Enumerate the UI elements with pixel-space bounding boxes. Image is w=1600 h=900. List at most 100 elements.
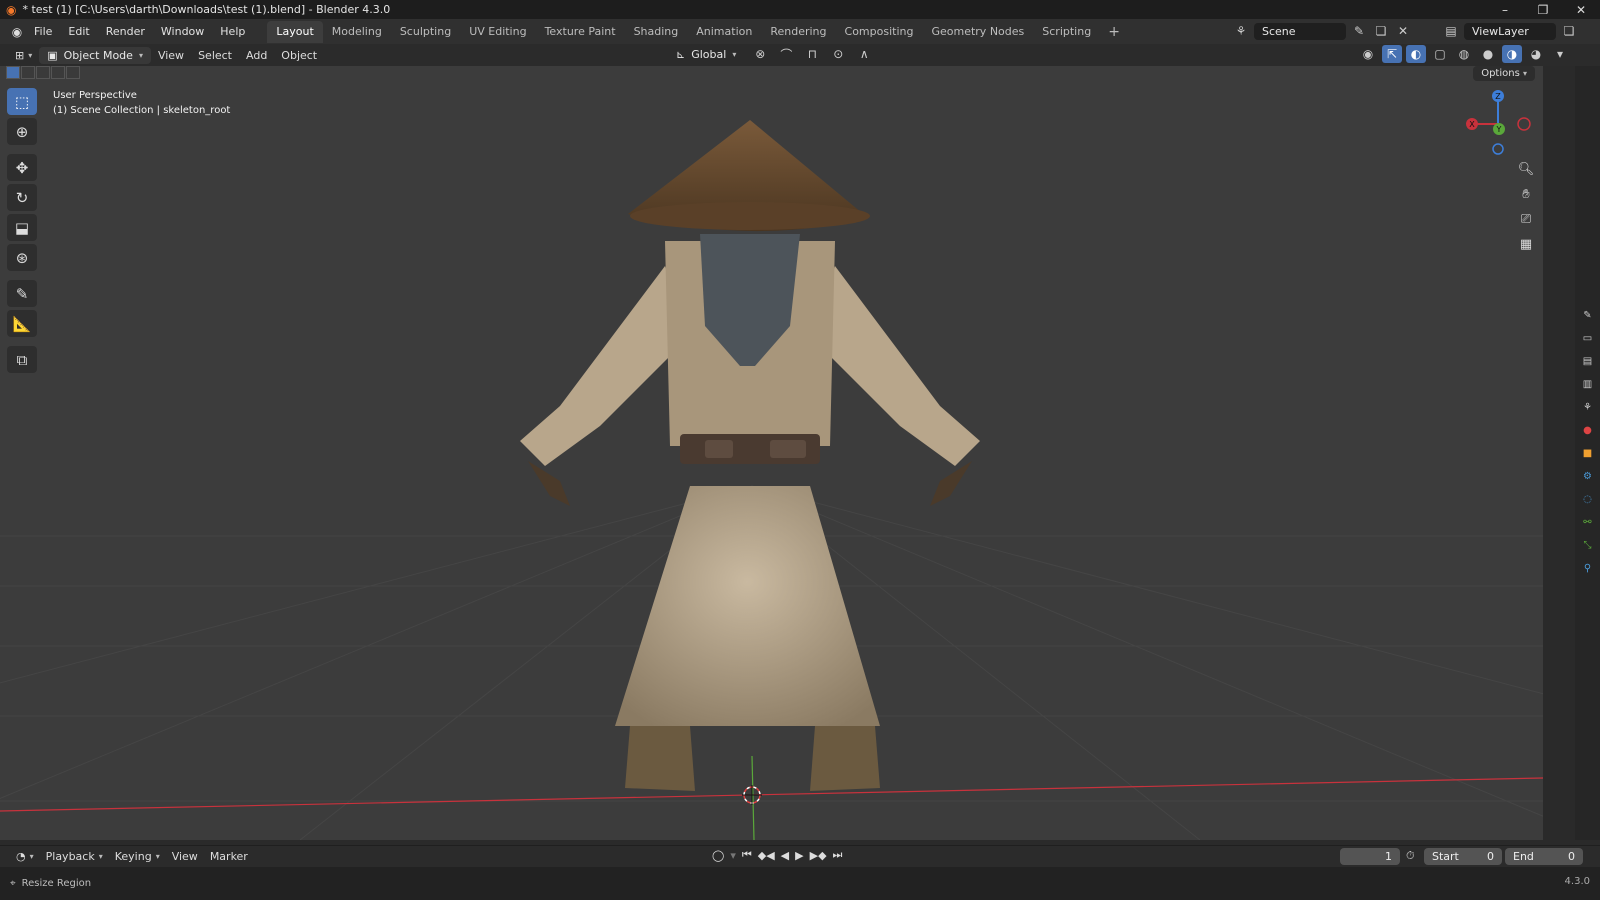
proportional-edit-icon[interactable]: ⊙ (828, 45, 848, 63)
delete-scene-icon[interactable]: ✕ (1394, 22, 1412, 40)
menu-render[interactable]: Render (98, 22, 153, 41)
cursor-tool-icon[interactable]: ⊕ (7, 118, 37, 145)
select-box-tool-icon[interactable]: ⬚ (7, 88, 37, 115)
menu-help[interactable]: Help (212, 22, 253, 41)
snap-target-icon[interactable]: ⊓ (802, 45, 822, 63)
3d-viewport[interactable]: User Perspective (1) Scene Collection | … (0, 66, 1543, 840)
editor-type-icon[interactable]: ⊞ ▾ (8, 47, 39, 64)
rotate-tool-icon[interactable]: ↻ (7, 184, 37, 211)
3d-cursor[interactable] (742, 785, 762, 805)
rendered-shading-icon[interactable]: ◕ (1526, 45, 1546, 63)
current-frame-field[interactable]: 1 (1340, 848, 1400, 865)
visibility-icon[interactable]: ◉ (1358, 45, 1378, 63)
solid-shading-icon[interactable]: ● (1478, 45, 1498, 63)
tab-rendering[interactable]: Rendering (761, 21, 835, 43)
menu-file[interactable]: File (26, 22, 60, 41)
overlay-toggle-icon[interactable]: ◐ (1406, 45, 1426, 63)
tab-shading[interactable]: Shading (625, 21, 688, 43)
tab-uv-editing[interactable]: UV Editing (460, 21, 535, 43)
pivot-point-icon[interactable]: ⊗ (750, 45, 770, 63)
modifier-properties-icon[interactable]: ⚙ (1579, 467, 1597, 485)
jump-start-icon[interactable]: ⏮ (742, 848, 752, 862)
select-invert-icon[interactable] (51, 66, 65, 79)
add-cube-tool-icon[interactable]: ⧉ (7, 346, 37, 373)
mode-dropdown[interactable]: ▣ Object Mode ▾ (39, 46, 151, 64)
navigation-gizmo[interactable]: Z X Y (1463, 86, 1533, 156)
timeline-view-menu[interactable]: View (166, 848, 204, 865)
tab-scripting[interactable]: Scripting (1033, 21, 1100, 43)
options-dropdown[interactable]: Options ▾ (1473, 66, 1535, 81)
auto-keying-icon[interactable]: ◯ (712, 849, 724, 862)
falloff-icon[interactable]: ∧ (854, 45, 874, 63)
menu-window[interactable]: Window (153, 22, 212, 41)
pan-hand-icon[interactable]: ✋︎ (1515, 184, 1537, 204)
tab-layout[interactable]: Layout (267, 20, 323, 43)
xray-icon[interactable]: ▢ (1430, 45, 1450, 63)
next-keyframe-icon[interactable]: ▶◆ (810, 849, 827, 862)
shading-options-icon[interactable]: ▾ (1550, 45, 1570, 63)
snap-icon[interactable]: ⌒ (776, 45, 796, 63)
camera-view-icon[interactable]: ⎚ (1515, 209, 1537, 229)
output-properties-icon[interactable]: ▤ (1579, 352, 1597, 370)
keying-set-icon[interactable]: ▾ (730, 849, 736, 862)
view-layer-properties-icon[interactable]: ▥ (1579, 375, 1597, 393)
prev-keyframe-icon[interactable]: ◆◀ (758, 849, 775, 862)
play-reverse-icon[interactable]: ◀ (781, 849, 789, 862)
pin-icon[interactable]: ✎ (1350, 22, 1368, 40)
menu-object[interactable]: Object (274, 47, 324, 64)
physics-properties-icon[interactable]: ◌ (1579, 490, 1597, 508)
tab-animation[interactable]: Animation (687, 21, 761, 43)
transform-tool-icon[interactable]: ⊛ (7, 244, 37, 271)
ortho-toggle-icon[interactable]: ▦ (1515, 234, 1537, 254)
select-extend-icon[interactable] (21, 66, 35, 79)
tool-properties-icon[interactable]: ✎ (1579, 306, 1597, 324)
tab-geometry-nodes[interactable]: Geometry Nodes (922, 21, 1033, 43)
jump-end-icon[interactable]: ⏭ (833, 848, 843, 862)
data-properties-icon[interactable]: ⤡ (1579, 536, 1597, 554)
start-frame-field[interactable]: Start 0 (1424, 848, 1502, 865)
view-layer-name-field[interactable]: ViewLayer (1464, 22, 1556, 40)
keying-menu[interactable]: Keying ▾ (109, 848, 166, 865)
transform-orientation-dropdown[interactable]: ⊾ Global ▾ (668, 46, 744, 63)
tab-compositing[interactable]: Compositing (836, 21, 923, 43)
gizmo-toggle-icon[interactable]: ⇱ (1382, 45, 1402, 63)
new-scene-icon[interactable]: ❏ (1372, 22, 1390, 40)
object-properties-icon[interactable]: ■ (1579, 444, 1597, 462)
scene-properties-icon[interactable]: ⚘ (1579, 398, 1597, 416)
world-properties-icon[interactable]: ● (1579, 421, 1597, 439)
bone-properties-icon[interactable]: ⚲ (1579, 559, 1597, 577)
tab-sculpting[interactable]: Sculpting (391, 21, 460, 43)
stopwatch-icon[interactable]: ⏱ (1406, 849, 1415, 863)
minimize-button[interactable]: – (1486, 0, 1524, 19)
menu-view[interactable]: View (151, 47, 191, 64)
move-tool-icon[interactable]: ✥ (7, 154, 37, 181)
select-new-icon[interactable] (6, 66, 20, 79)
scale-tool-icon[interactable]: ⬓ (7, 214, 37, 241)
tab-texture-paint[interactable]: Texture Paint (536, 21, 625, 43)
scene-icon[interactable]: ⚘ (1232, 22, 1250, 40)
end-frame-field[interactable]: End 0 (1505, 848, 1583, 865)
marker-menu[interactable]: Marker (204, 848, 254, 865)
select-subtract-icon[interactable] (36, 66, 50, 79)
play-icon[interactable]: ▶ (795, 849, 803, 862)
constraint-properties-icon[interactable]: ⚯ (1579, 513, 1597, 531)
close-button[interactable]: ✕ (1562, 0, 1600, 19)
maximize-button[interactable]: ❐ (1524, 0, 1562, 19)
wireframe-shading-icon[interactable]: ◍ (1454, 45, 1474, 63)
scene-name-field[interactable]: Scene (1254, 22, 1346, 40)
playback-menu[interactable]: Playback ▾ (40, 848, 109, 865)
tab-modeling[interactable]: Modeling (323, 21, 391, 43)
measure-tool-icon[interactable]: 📐 (7, 310, 37, 337)
menu-edit[interactable]: Edit (60, 22, 97, 41)
view-layer-icon[interactable]: ▤ (1442, 22, 1460, 40)
select-intersect-icon[interactable] (66, 66, 80, 79)
new-view-layer-icon[interactable]: ❏ (1560, 22, 1578, 40)
annotate-tool-icon[interactable]: ✎ (7, 280, 37, 307)
timeline-editor-type-icon[interactable]: ◔ ▾ (10, 848, 40, 865)
blender-menu-icon[interactable]: ◉ (8, 23, 26, 41)
add-workspace-button[interactable]: + (1100, 21, 1128, 43)
menu-add[interactable]: Add (239, 47, 274, 64)
render-properties-icon[interactable]: ▭ (1579, 329, 1597, 347)
material-shading-icon[interactable]: ◑ (1502, 45, 1522, 63)
character-model[interactable] (520, 120, 980, 791)
